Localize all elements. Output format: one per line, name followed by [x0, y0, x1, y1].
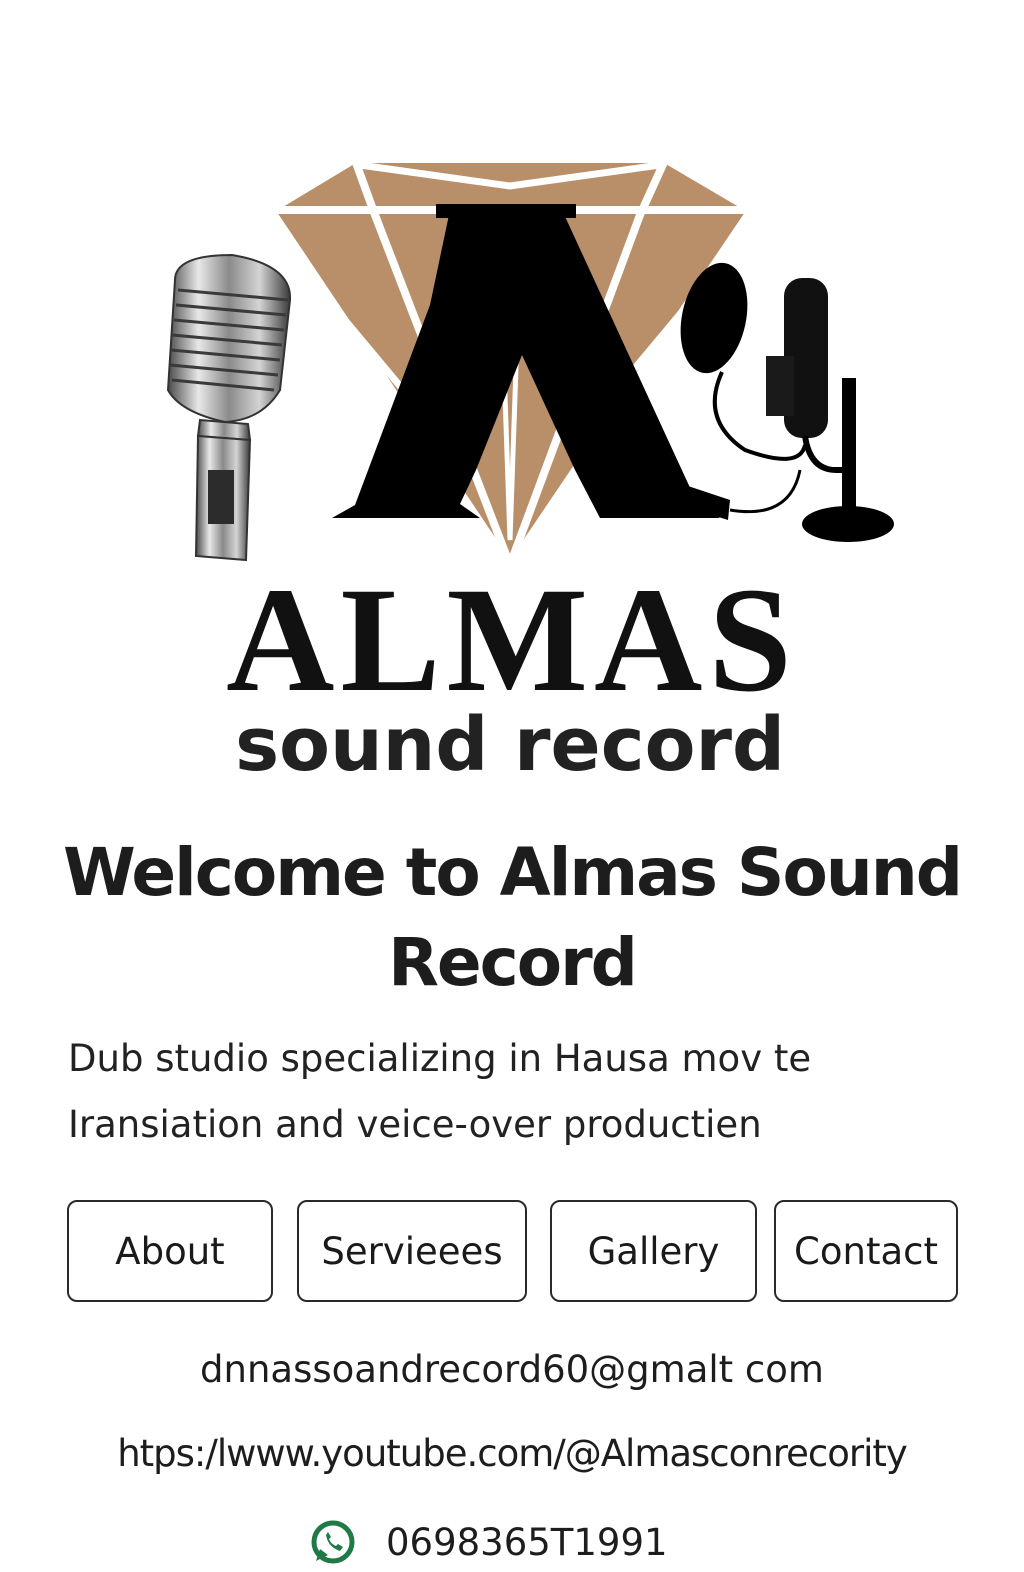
whatsapp-icon: [310, 1519, 356, 1565]
phone-row[interactable]: 0698365T1991: [310, 1512, 668, 1572]
phone-number: 0698365T1991: [386, 1520, 668, 1564]
brand-logo: ALMAS sound record: [0, 0, 1024, 800]
nav-about-button[interactable]: About: [67, 1200, 273, 1302]
logo-subtitle: sound record: [235, 702, 785, 788]
youtube-link[interactable]: htps:/lwww.youtube.com/@Almasconrecority: [0, 1424, 1024, 1484]
logo-wordmark: ALMAS: [226, 557, 798, 723]
nav-gallery-button[interactable]: Gallery: [550, 1200, 757, 1302]
nav-services-button[interactable]: Servieees: [297, 1200, 527, 1302]
page-title: Welcome to Almas Sound Record: [62, 834, 963, 1001]
main-nav: About Servieees Gallery Contact: [0, 1200, 1024, 1306]
vintage-microphone-icon: [166, 253, 292, 562]
nav-contact-button[interactable]: Contact: [774, 1200, 958, 1302]
studio-microphone-icon: [680, 262, 894, 542]
email-link[interactable]: dnnassoandrecord60@gmalt com: [0, 1340, 1024, 1400]
tagline: Dub studio specializing in Hausa mov te …: [68, 1037, 812, 1146]
